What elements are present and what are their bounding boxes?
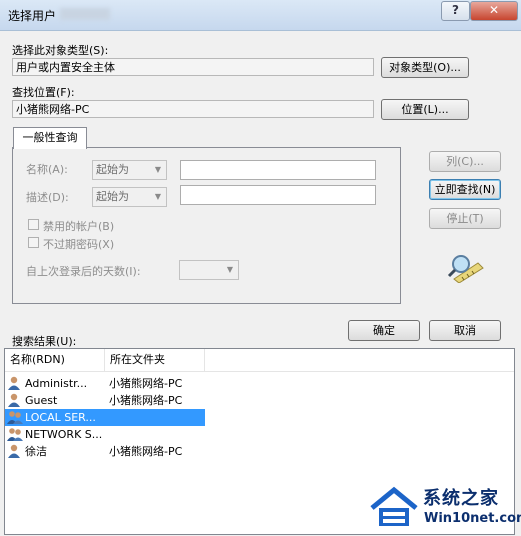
chevron-down-icon: ▼ [154,192,162,201]
user-icon [8,393,20,407]
result-name: 徐洁 [25,445,47,458]
location-label: 查找位置(F): [12,86,75,99]
name-mode-select[interactable]: 起始为 ▼ [92,160,167,180]
name-label: 名称(A): [26,163,68,176]
name-mode-value: 起始为 [96,163,129,176]
group-icon [7,411,23,424]
tab-general-query[interactable]: 一般性查询 [13,127,87,149]
object-type-label: 选择此对象类型(S): [12,44,109,57]
cancel-button[interactable]: 取消 [429,320,501,341]
table-row[interactable]: NETWORK S... [5,426,205,443]
results-header: 名称(RDN) 所在文件夹 [5,349,514,372]
description-label: 描述(D): [26,191,69,204]
result-folder: 小猪熊网络-PC [109,394,183,407]
title-bar[interactable]: 选择用户 ? ✕ [0,0,521,31]
table-row[interactable]: 徐洁 小猪熊网络-PC [5,443,205,460]
chevron-down-icon: ▼ [226,265,234,274]
table-row[interactable]: Guest 小猪熊网络-PC [5,392,205,409]
result-name: LOCAL SER... [25,411,96,424]
result-folder: 小猪熊网络-PC [109,377,183,390]
location-field: 小猪熊网络-PC [12,100,374,118]
search-icon [447,255,484,283]
non-expiring-password-checkbox[interactable] [28,237,39,248]
columns-button[interactable]: 列(C)... [429,151,501,172]
non-expiring-password-label: 不过期密码(X) [43,238,115,251]
column-header-folder[interactable]: 所在文件夹 [105,349,205,371]
chevron-down-icon: ▼ [154,165,162,174]
ok-button[interactable]: 确定 [348,320,420,341]
user-icon [8,376,20,390]
days-since-logon-label: 自上次登录后的天数(I): [26,265,141,278]
description-mode-select[interactable]: 起始为 ▼ [92,187,167,207]
days-since-logon-select[interactable]: ▼ [179,260,239,280]
user-icon [8,444,20,458]
blurred-title-text [60,8,110,20]
disabled-accounts-checkbox[interactable] [28,219,39,230]
description-input[interactable] [180,185,376,205]
close-button[interactable]: ✕ [470,1,518,21]
column-header-name[interactable]: 名称(RDN) [5,349,105,371]
result-name: NETWORK S... [25,428,103,441]
window-title: 选择用户 [8,9,57,23]
group-icon [7,428,23,441]
disabled-accounts-label: 禁用的帐户(B) [43,220,115,233]
table-row[interactable]: LOCAL SER... [5,409,205,426]
name-input[interactable] [180,160,376,180]
object-types-button[interactable]: 对象类型(O)... [381,57,469,78]
watermark-url: Win10net.com [424,511,521,526]
watermark-logo: 系统之家 Win10net.com [366,478,521,536]
help-button[interactable]: ? [441,1,470,21]
object-type-field: 用户或内置安全主体 [12,58,374,76]
table-row[interactable]: Administr... 小猪熊网络-PC [5,375,205,392]
stop-button[interactable]: 停止(T) [429,208,501,229]
result-name: Guest [25,394,58,407]
search-results-label: 搜索结果(U): [12,335,77,348]
description-mode-value: 起始为 [96,190,129,203]
result-name: Administr... [25,377,88,390]
find-now-button[interactable]: 立即查找(N) [429,179,501,200]
locations-button[interactable]: 位置(L)... [381,99,469,120]
house-logo-icon [370,486,418,526]
result-folder: 小猪熊网络-PC [109,445,183,458]
watermark-title: 系统之家 [423,488,499,509]
